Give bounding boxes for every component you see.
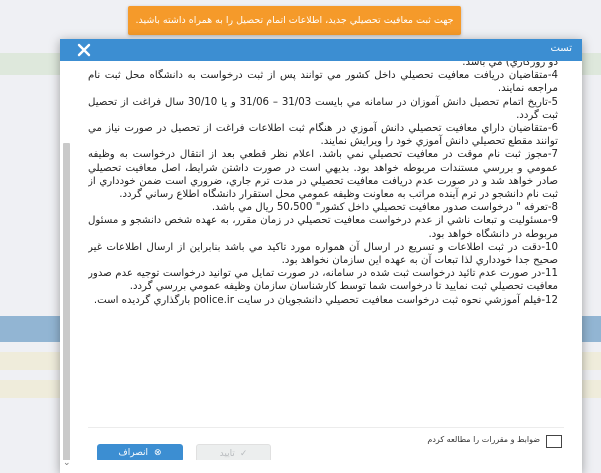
modal-title: تست [550,43,572,54]
confirm-label: تاييد [219,449,235,459]
chevron-down-icon[interactable]: ⌄ [63,458,71,468]
terms-paragraph: 7-مجوز ثبت نام موقت در معافيت تحصيلي نمي… [88,149,558,201]
cancel-icon: ⊗ [154,448,162,458]
terms-text: دو روزکاري) مي باشد. 4-متقاضيان دريافت م… [88,61,558,307]
terms-paragraph: دو روزکاري) مي باشد. [462,61,558,68]
agree-checkbox[interactable] [546,435,562,448]
terms-paragraph: 6-متقاضيان داراي معافيت تحصيلي دانش آموز… [88,123,558,148]
modal-bottom-edge: ⌄ [60,458,582,473]
modal-scrollbar[interactable] [63,63,71,473]
terms-paragraph: 12-فيلم آموزشي نحوه ثبت درخواست معافيت ت… [93,294,558,306]
terms-paragraph: 4-متقاضيان دريافت معافيت تحصيلي داخل کشو… [88,70,558,95]
modal-header: تست [60,39,582,61]
cancel-label: انصراف [118,448,149,458]
info-toast: جهت ثبت معافيت تحصيلي جديد، اطلاعات اتما… [128,6,461,35]
terms-paragraph: 8-تعرفه " درخواست صدور معافيت تحصيلي داخ… [211,202,558,214]
terms-paragraph: 5-تاريخ اتمام تحصيل دانش آموزان در سامان… [88,96,559,121]
close-icon [77,43,91,57]
terms-paragraph: 11-در صورت عدم تائيد درخواست ثبت شده در … [88,268,558,293]
terms-paragraph: 9-مسئوليت و تبعات ناشي از عدم درخواست مع… [88,215,558,240]
scrollbar-thumb[interactable] [63,143,70,473]
toast-text: جهت ثبت معافيت تحصيلي جديد، اطلاعات اتما… [135,15,454,26]
terms-modal: تست دو روزکاري) مي باشد. 4-متقاضيان دريا… [60,39,582,473]
close-button[interactable] [74,40,94,60]
check-icon: ✓ [239,449,248,459]
agree-label[interactable]: ضوابط و مقررات را مطالعه کردم [427,435,540,444]
terms-paragraph: 10-دقت در ثبت اطلاعات و تسريع در ارسال آ… [88,241,558,267]
terms-content: دو روزکاري) مي باشد. 4-متقاضيان دريافت م… [88,61,568,431]
